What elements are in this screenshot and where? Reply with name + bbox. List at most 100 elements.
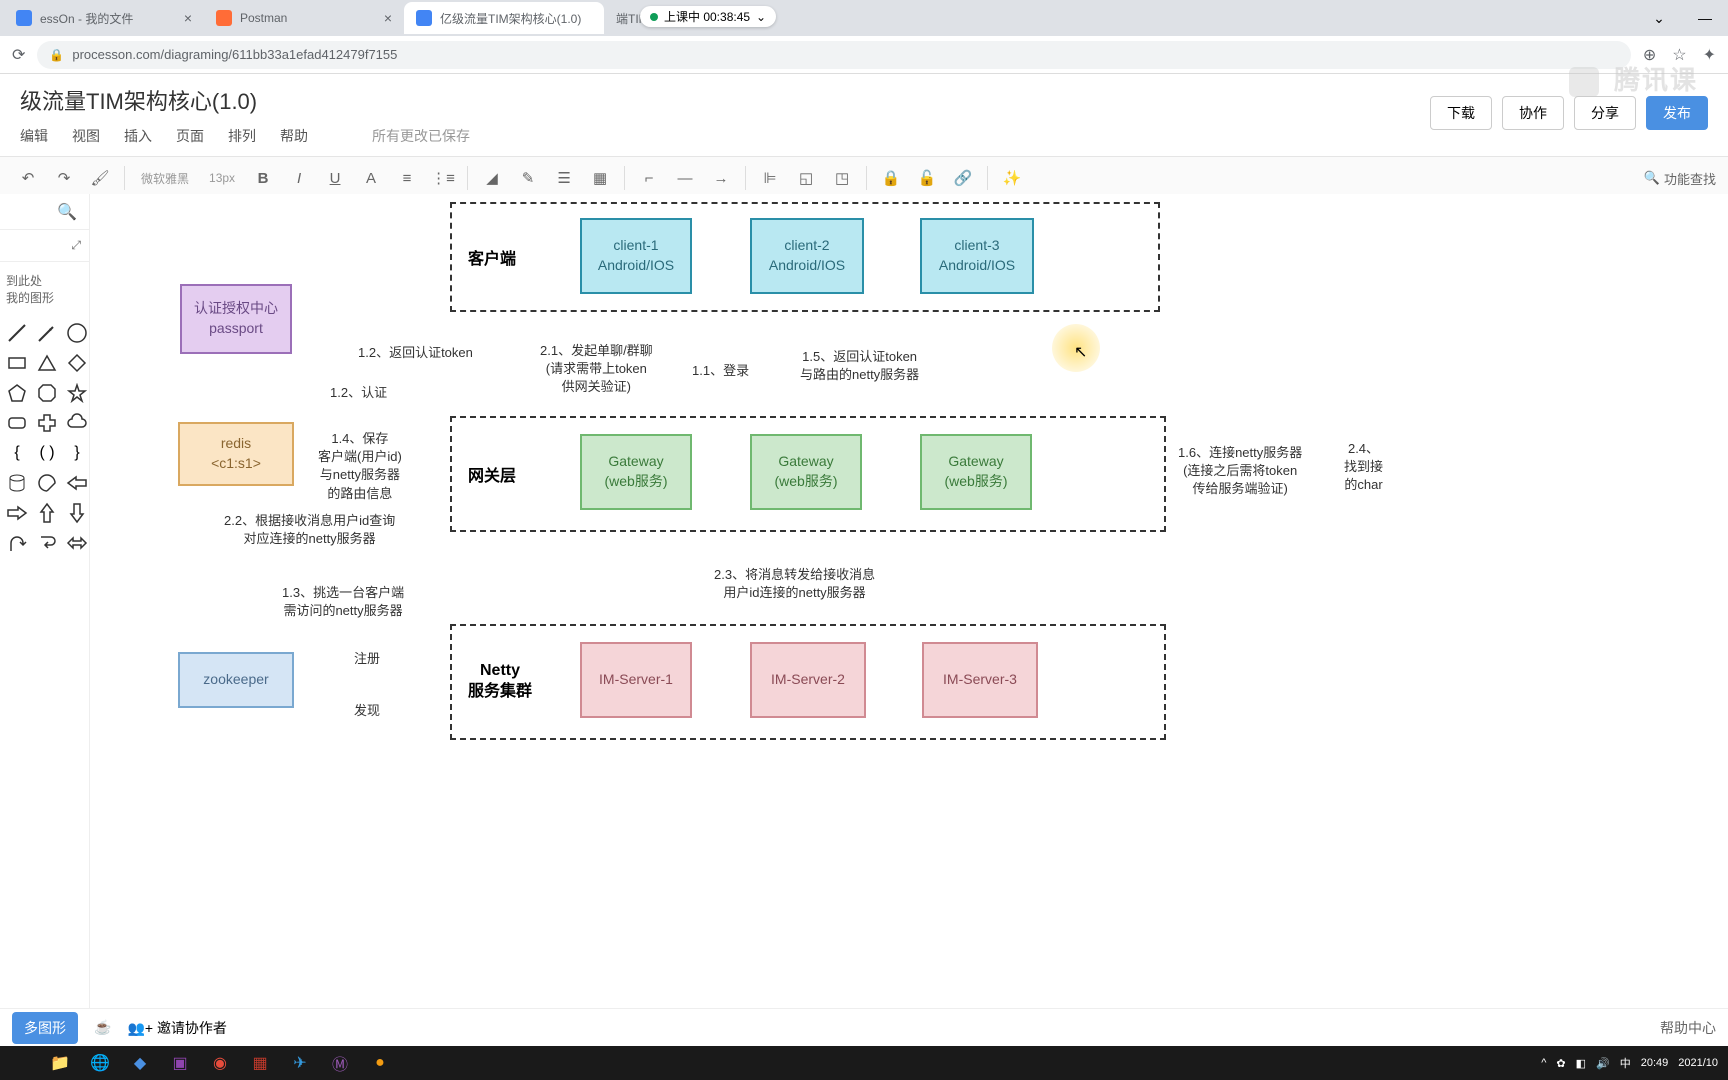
shape-plus[interactable] — [34, 410, 60, 436]
node-imserver-3[interactable]: IM-Server-3 — [922, 642, 1038, 718]
magic-icon[interactable]: ✨ — [996, 162, 1028, 194]
menu-page[interactable]: 页面 — [176, 126, 204, 146]
invite-collab-button[interactable]: 👥+ 邀请协作者 — [127, 1018, 227, 1038]
tab-processon[interactable]: essOn - 我的文件 × — [4, 2, 204, 34]
shape-arrow-left[interactable] — [64, 470, 90, 496]
shape-cloud[interactable] — [64, 410, 90, 436]
java-icon[interactable]: ☕ — [94, 1019, 111, 1036]
arrow-icon[interactable]: → — [705, 162, 737, 194]
shape-octagon[interactable] — [34, 380, 60, 406]
send-back-icon[interactable]: ◳ — [826, 162, 858, 194]
share-button[interactable]: 分享 — [1574, 96, 1636, 130]
align-icon[interactable]: ≡ — [391, 162, 423, 194]
app-icon-5[interactable]: ✈ — [280, 1046, 320, 1080]
feature-search[interactable]: 🔍 功能查找 — [1644, 169, 1716, 188]
shape-pentagon[interactable] — [4, 380, 30, 406]
more-shapes-button[interactable]: 多图形 — [12, 1012, 78, 1044]
shape-brace-right[interactable]: } — [64, 440, 90, 466]
line-icon[interactable]: — — [669, 162, 701, 194]
shape-arrow-bidir[interactable] — [64, 530, 90, 556]
recording-badge[interactable]: 上课中 00:38:45 ⌄ — [640, 6, 776, 27]
lock-icon[interactable]: 🔒 — [875, 162, 907, 194]
minimize-button[interactable]: — — [1682, 0, 1728, 36]
tray-icon[interactable]: ✿ — [1556, 1057, 1565, 1070]
date[interactable]: 2021/10 — [1678, 1057, 1718, 1069]
tray-icon[interactable]: ◧ — [1576, 1057, 1586, 1070]
bring-front-icon[interactable]: ◱ — [790, 162, 822, 194]
underline-icon[interactable]: U — [319, 162, 351, 194]
node-client-3[interactable]: client-3 Android/IOS — [920, 218, 1034, 294]
shape-circle[interactable] — [64, 320, 90, 346]
bold-icon[interactable]: B — [247, 162, 279, 194]
tray-icon[interactable]: 🔊 — [1596, 1057, 1610, 1070]
shape-triangle[interactable] — [34, 350, 60, 376]
tab-diagram-active[interactable]: 亿级流量TIM架构核心(1.0) — [404, 2, 604, 34]
node-imserver-1[interactable]: IM-Server-1 — [580, 642, 692, 718]
align-left-icon[interactable]: ⊫ — [754, 162, 786, 194]
diagram-canvas[interactable]: 客户端 网关层 Netty 服务集群 认证授权中心 passport redis… — [90, 194, 1728, 1042]
node-zookeeper[interactable]: zookeeper — [178, 652, 294, 708]
node-gateway-1[interactable]: Gateway (web服务) — [580, 434, 692, 510]
shape-arrow-down[interactable] — [64, 500, 90, 526]
menu-view[interactable]: 视图 — [72, 126, 100, 146]
format-painter-icon[interactable]: 🖌 — [84, 162, 116, 194]
help-center-link[interactable]: 帮助中心 — [1660, 1018, 1716, 1038]
shape-search[interactable]: 🔍 — [0, 194, 89, 230]
border-color-icon[interactable]: ✎ — [512, 162, 544, 194]
link-icon[interactable]: 🔗 — [947, 162, 979, 194]
shape-round-rect[interactable] — [4, 410, 30, 436]
shape-cylinder[interactable] — [4, 470, 30, 496]
close-icon[interactable]: × — [184, 10, 192, 26]
app-icon-2[interactable]: ▣ — [160, 1046, 200, 1080]
menu-arrange[interactable]: 排列 — [228, 126, 256, 146]
border-style-icon[interactable]: ▦ — [584, 162, 616, 194]
file-explorer-icon[interactable]: 📁 — [40, 1046, 80, 1080]
tab-postman[interactable]: Postman × — [204, 2, 404, 34]
start-menu-icon[interactable] — [0, 1046, 40, 1080]
text-color-icon[interactable]: A — [355, 162, 387, 194]
shape-brace-left[interactable]: { — [4, 440, 30, 466]
node-passport[interactable]: 认证授权中心 passport — [180, 284, 292, 354]
tray-expand-icon[interactable]: ^ — [1541, 1057, 1546, 1069]
panel-collapse-icon[interactable]: ⤢ — [0, 230, 89, 262]
app-icon-4[interactable]: ▦ — [240, 1046, 280, 1080]
clock[interactable]: 20:49 — [1641, 1057, 1669, 1069]
shape-star[interactable] — [64, 380, 90, 406]
line-style-icon[interactable]: ☰ — [548, 162, 580, 194]
shape-teardrop[interactable] — [34, 470, 60, 496]
chrome-icon[interactable]: 🌐 — [80, 1046, 120, 1080]
app-icon-6[interactable]: Ⓜ — [320, 1046, 360, 1080]
node-imserver-2[interactable]: IM-Server-2 — [750, 642, 866, 718]
shape-arrow-uturn[interactable] — [34, 530, 60, 556]
close-icon[interactable]: × — [384, 10, 392, 26]
extensions-icon[interactable]: ✦ — [1703, 45, 1716, 65]
shape-rect[interactable] — [4, 350, 30, 376]
shape-line[interactable] — [4, 320, 30, 346]
italic-icon[interactable]: I — [283, 162, 315, 194]
node-gateway-2[interactable]: Gateway (web服务) — [750, 434, 862, 510]
font-size-select[interactable]: 13px — [201, 171, 243, 185]
shape-arrow-right[interactable] — [4, 500, 30, 526]
menu-insert[interactable]: 插入 — [124, 126, 152, 146]
shape-paren[interactable]: ( ) — [34, 440, 60, 466]
unlock-icon[interactable]: 🔓 — [911, 162, 943, 194]
list-icon[interactable]: ⋮≡ — [427, 162, 459, 194]
menu-edit[interactable]: 编辑 — [20, 126, 48, 146]
app-icon-7[interactable]: ● — [360, 1046, 400, 1080]
download-button[interactable]: 下载 — [1430, 96, 1492, 130]
ime-indicator[interactable]: 中 — [1620, 1055, 1631, 1071]
undo-icon[interactable]: ↶ — [12, 162, 44, 194]
app-icon-1[interactable]: ◆ — [120, 1046, 160, 1080]
collab-button[interactable]: 协作 — [1502, 96, 1564, 130]
node-client-1[interactable]: client-1 Android/IOS — [580, 218, 692, 294]
app-icon-3[interactable]: ◉ — [200, 1046, 240, 1080]
node-client-2[interactable]: client-2 Android/IOS — [750, 218, 864, 294]
reload-icon[interactable]: ⟳ — [12, 45, 25, 65]
url-input[interactable]: 🔒 processon.com/diagraming/611bb33a1efad… — [37, 41, 1630, 69]
node-redis[interactable]: redis <c1:s1> — [178, 422, 294, 486]
font-select[interactable]: 微软雅黑 — [133, 170, 197, 187]
chevron-down-icon[interactable]: ⌄ — [1636, 0, 1682, 36]
publish-button[interactable]: 发布 — [1646, 96, 1708, 130]
shape-arrow-up[interactable] — [34, 500, 60, 526]
shape-diamond[interactable] — [64, 350, 90, 376]
